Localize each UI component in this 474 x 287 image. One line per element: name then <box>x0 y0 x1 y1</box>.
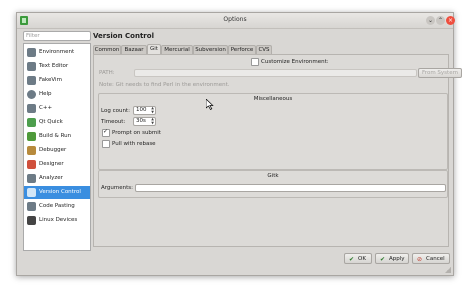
tab-common[interactable]: Common <box>93 45 121 54</box>
sidebar-item-label: Linux Devices <box>39 217 78 223</box>
debugger-icon <box>27 146 36 155</box>
window-title: Options <box>223 16 247 23</box>
options-dialog: Options ⌄ ⌃ × Filter Environment Text Ed… <box>16 12 462 276</box>
monitor-icon <box>27 48 36 57</box>
customize-environment-label: Customize Environment: <box>261 59 329 65</box>
designer-icon <box>27 160 36 169</box>
sidebar-item-qt-quick[interactable]: Qt Quick <box>24 116 90 129</box>
tab-perforce[interactable]: Perforce <box>228 45 256 54</box>
sidebar-item-environment[interactable]: Environment <box>24 46 90 59</box>
pull-with-rebase-checkbox[interactable] <box>102 140 110 148</box>
gitk-group: Gitk Arguments: <box>98 170 448 198</box>
cancel-label: Cancel <box>426 256 445 262</box>
version-control-icon <box>27 188 36 197</box>
fakevim-icon <box>27 76 36 85</box>
sidebar-item-analyzer[interactable]: Analyzer <box>24 172 90 185</box>
sidebar-item-label: Version Control <box>39 189 81 195</box>
prompt-on-submit-label: Prompt on submit <box>112 130 161 136</box>
tab-bazaar[interactable]: Bazaar <box>121 45 147 54</box>
tab-mercurial[interactable]: Mercurial <box>161 45 193 54</box>
spinbox-arrows-icon[interactable]: ▲ ▼ <box>151 106 154 114</box>
close-button[interactable]: × <box>446 16 455 25</box>
timeout-label: Timeout: <box>101 119 126 125</box>
filter-input[interactable]: Filter <box>23 31 91 41</box>
chevron-down-icon: ⌄ <box>427 17 434 24</box>
chevron-up-icon: ⌃ <box>437 17 444 24</box>
settings-page: Version Control Common Bazaar Git Mercur… <box>93 31 462 250</box>
cpp-icon <box>27 104 36 113</box>
text-editor-icon <box>27 62 36 71</box>
path-input[interactable] <box>134 69 417 77</box>
sidebar-item-code-pasting[interactable]: Code Pasting <box>24 200 90 213</box>
check-icon: ✔ <box>349 256 355 263</box>
timeout-value: 30s <box>136 118 146 124</box>
mouse-cursor-icon <box>206 99 214 110</box>
apply-label: Apply <box>389 256 405 262</box>
dialog-button-bar: ✔ OK ✔ Apply ⊘ Cancel <box>17 250 453 275</box>
sidebar-item-label: Environment <box>39 49 75 55</box>
log-count-label: Log count: <box>101 108 130 114</box>
sidebar-item-fakevim[interactable]: FakeVim <box>24 74 90 87</box>
cancel-icon: ⊘ <box>417 256 423 263</box>
resize-grip-icon[interactable] <box>445 267 451 273</box>
sidebar-item-label: Qt Quick <box>39 119 63 125</box>
sidebar-item-label: Help <box>39 91 52 97</box>
code-pasting-icon <box>27 202 36 211</box>
title-bar[interactable]: Options ⌄ ⌃ × <box>17 13 455 29</box>
qt-quick-icon <box>27 118 36 127</box>
sidebar-item-label: Designer <box>39 161 64 167</box>
check-icon: ✔ <box>380 256 386 263</box>
from-system-button[interactable]: From System <box>418 68 462 78</box>
sidebar: Filter Environment Text Editor FakeVim H… <box>23 31 91 251</box>
close-icon: × <box>447 17 454 24</box>
sidebar-item-label: Text Editor <box>39 63 69 69</box>
timeout-spinbox[interactable]: 30s ▲ ▼ <box>133 117 156 126</box>
sidebar-item-label: Code Pasting <box>39 203 75 209</box>
apply-button[interactable]: ✔ Apply <box>375 253 409 264</box>
gitk-title: Gitk <box>267 173 279 179</box>
log-count-value: 100 <box>136 107 147 113</box>
arguments-label: Arguments: <box>101 185 134 191</box>
path-label: PATH: <box>99 70 115 76</box>
ok-label: OK <box>358 256 366 262</box>
sidebar-item-label: FakeVim <box>39 77 62 83</box>
sidebar-item-label: Debugger <box>39 147 67 153</box>
tab-cvs[interactable]: CVS <box>256 45 272 54</box>
linux-devices-icon <box>27 216 36 225</box>
sidebar-item-version-control[interactable]: Version Control <box>24 186 90 199</box>
miscellaneous-group: Miscellaneous Log count: 100 ▲ ▼ Timeout:… <box>98 93 448 170</box>
pull-with-rebase-label: Pull with rebase <box>112 141 156 147</box>
ok-button[interactable]: ✔ OK <box>344 253 372 264</box>
sidebar-item-build-run[interactable]: Build & Run <box>24 130 90 143</box>
page-title: Version Control <box>93 32 154 40</box>
arguments-input[interactable] <box>135 184 446 192</box>
help-icon <box>27 90 36 99</box>
build-run-icon <box>27 132 36 141</box>
maximize-button[interactable]: ⌃ <box>436 16 445 25</box>
spinbox-arrows-icon[interactable]: ▲ ▼ <box>151 117 154 125</box>
sidebar-item-designer[interactable]: Designer <box>24 158 90 171</box>
sidebar-item-label: Build & Run <box>39 133 72 139</box>
sidebar-item-cpp[interactable]: C++ <box>24 102 90 115</box>
tab-git[interactable]: Git <box>147 44 161 54</box>
customize-environment-checkbox[interactable] <box>251 58 259 66</box>
category-list: Environment Text Editor FakeVim Help C++… <box>23 43 91 251</box>
prompt-on-submit-checkbox[interactable] <box>102 128 110 137</box>
git-settings-panel: Customize Environment: PATH: From System… <box>93 54 462 247</box>
note-text: Note: Git needs to find Perl in the envi… <box>99 82 230 88</box>
sidebar-item-debugger[interactable]: Debugger <box>24 144 90 157</box>
cancel-button[interactable]: ⊘ Cancel <box>412 253 450 264</box>
sidebar-item-help[interactable]: Help <box>24 88 90 101</box>
analyzer-icon <box>27 174 36 183</box>
log-count-spinbox[interactable]: 100 ▲ ▼ <box>133 106 156 115</box>
sidebar-item-linux-devices[interactable]: Linux Devices <box>24 214 90 227</box>
sidebar-item-text-editor[interactable]: Text Editor <box>24 60 90 73</box>
minimize-button[interactable]: ⌄ <box>426 16 435 25</box>
sidebar-item-label: Analyzer <box>39 175 63 181</box>
tab-subversion[interactable]: Subversion <box>193 45 228 54</box>
sidebar-item-label: C++ <box>39 105 53 111</box>
miscellaneous-title: Miscellaneous <box>253 96 293 102</box>
